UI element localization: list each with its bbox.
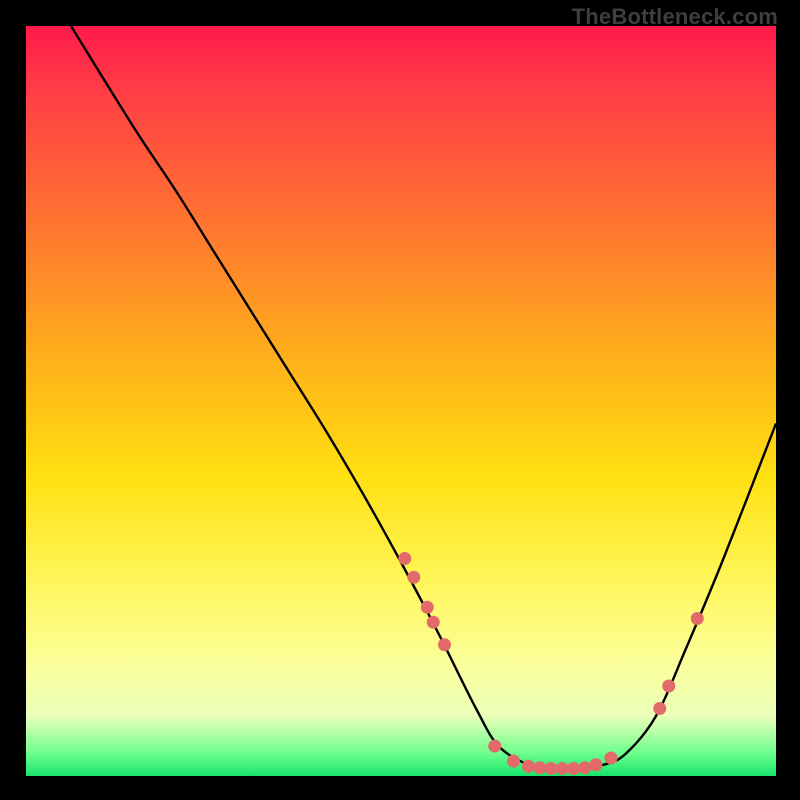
plot-area	[26, 26, 776, 776]
data-marker	[427, 616, 440, 629]
chart-svg	[26, 26, 776, 776]
data-marker	[578, 761, 591, 774]
chart-frame: TheBottleneck.com	[0, 0, 800, 800]
data-marker	[653, 702, 666, 715]
data-marker	[605, 752, 618, 765]
data-marker	[567, 762, 580, 775]
data-marker	[407, 571, 420, 584]
data-marker	[533, 761, 546, 774]
data-marker	[421, 601, 434, 614]
data-marker	[590, 758, 603, 771]
data-marker	[556, 762, 569, 775]
data-marker	[507, 755, 520, 768]
data-marker	[522, 760, 535, 773]
data-marker	[438, 638, 451, 651]
data-marker	[398, 552, 411, 565]
bottleneck-curve	[71, 26, 776, 769]
data-marker	[488, 740, 501, 753]
marker-group	[398, 552, 704, 775]
data-marker	[545, 762, 558, 775]
data-marker	[662, 680, 675, 693]
data-marker	[691, 612, 704, 625]
